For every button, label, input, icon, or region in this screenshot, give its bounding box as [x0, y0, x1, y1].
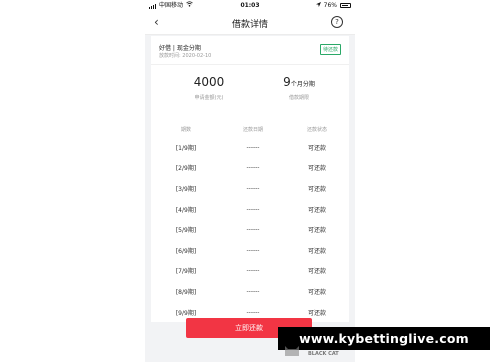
loan-header: 好借 | 现金分期 放款时间: 2020-02-10 待还款: [151, 36, 349, 65]
row-date: ------: [246, 205, 260, 213]
table-row[interactable]: [2/9期] ------ 可还款: [151, 158, 349, 179]
loan-card: 好借 | 现金分期 放款时间: 2020-02-10 待还款 4000 申请金额…: [151, 36, 349, 322]
loan-amount-label: 申请金额(元): [194, 95, 224, 101]
row-status: 可还款: [307, 288, 326, 296]
row-period: [6/9期]: [175, 247, 197, 255]
table-header-row: 期数 还款日期 还款状态: [151, 121, 349, 137]
battery-icon: [340, 3, 351, 8]
row-status: 可还款: [307, 185, 326, 193]
loan-term-number: 9: [283, 75, 291, 89]
watermark-brand: BLACK CAT: [308, 351, 339, 357]
status-right: 76%: [315, 0, 351, 11]
row-status: 可还款: [307, 227, 326, 235]
table-row[interactable]: [6/9期] ------ 可还款: [151, 240, 349, 261]
row-date: ------: [246, 246, 260, 254]
table-row[interactable]: [4/9期] ------ 可还款: [151, 199, 349, 220]
row-status: 可还款: [307, 206, 326, 214]
nav-bar: ‹ 借款详情 ?: [145, 11, 355, 35]
row-date: ------: [246, 226, 260, 234]
table-row[interactable]: [5/9期] ------ 可还款: [151, 219, 349, 240]
repayment-table: 期数 还款日期 还款状态 [1/9期] ------ 可还款 [2/9期] --…: [151, 121, 349, 322]
row-date: ------: [246, 164, 260, 172]
row-period: [2/9期]: [175, 165, 197, 173]
loan-term-label: 借款期限: [288, 95, 309, 101]
loan-product-name: 好借 | 现金分期: [159, 45, 201, 52]
row-period: [8/9期]: [175, 288, 197, 296]
row-period: [7/9期]: [175, 268, 197, 276]
loan-term-unit: 个月分期: [290, 81, 315, 88]
column-header-status: 还款状态: [306, 126, 327, 133]
loan-term-value: 9个月分期: [269, 75, 329, 89]
row-status: 可还款: [307, 268, 326, 276]
row-date: ------: [246, 143, 260, 151]
loan-summary: 4000 申请金额(元) 9个月分期 借款期限: [151, 65, 349, 109]
cat-logo-icon: [283, 340, 301, 358]
watermark-url: www.kybettinglive.com: [278, 327, 490, 350]
column-header-date: 还款日期: [242, 126, 263, 133]
status-bar: 中国移动 01:03 76%: [145, 0, 355, 11]
question-circle-icon[interactable]: ?: [331, 16, 343, 28]
location-arrow-icon: [315, 0, 321, 11]
table-row[interactable]: [8/9期] ------ 可还款: [151, 281, 349, 302]
loan-date: 放款时间: 2020-02-10: [159, 53, 212, 59]
table-row[interactable]: [3/9期] ------ 可还款: [151, 178, 349, 199]
row-status: 可还款: [307, 144, 326, 152]
row-status: 可还款: [307, 247, 326, 255]
row-period: [1/9期]: [175, 144, 197, 152]
loan-amount-value: 4000: [193, 75, 225, 89]
row-period: [3/9期]: [175, 185, 197, 193]
row-date: ------: [246, 184, 260, 192]
phone-screen: 中国移动 01:03 76% ‹ 借款详情 ? 好借 | 现金分期 放款时间: …: [145, 0, 355, 362]
table-row[interactable]: [7/9期] ------ 可还款: [151, 261, 349, 282]
row-period: [5/9期]: [175, 227, 197, 235]
row-date: ------: [246, 267, 260, 275]
table-row[interactable]: [1/9期] ------ 可还款: [151, 137, 349, 158]
page-title: 借款详情: [231, 20, 268, 30]
row-status: 可还款: [307, 165, 326, 173]
row-date: ------: [246, 287, 260, 295]
battery-percent: 76%: [323, 2, 337, 9]
column-header-period: 期数: [180, 126, 191, 133]
status-badge: 待还款: [319, 44, 341, 55]
row-period: [4/9期]: [175, 206, 197, 214]
